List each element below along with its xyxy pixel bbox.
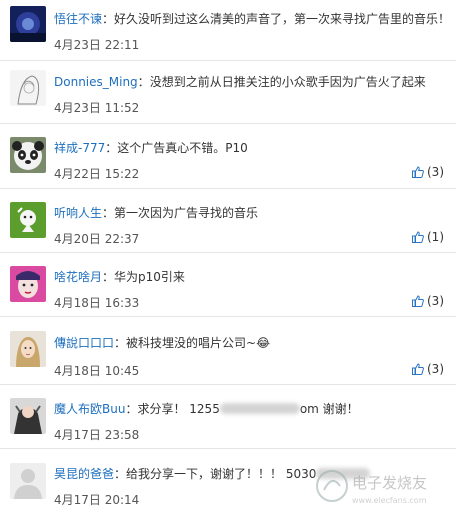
comment-text: 华为p10引来 (114, 270, 185, 284)
comment-item: 傳說口口口：被科技埋没的唱片公司~😂 4月18日 10:45 (3) (0, 317, 456, 385)
comment-username[interactable]: 魔人布欧Buu (54, 402, 125, 416)
comment-time: 4月17日 20:14 (54, 493, 140, 507)
comment-time: 4月20日 22:37 (54, 232, 140, 246)
comment-text: 被科技埋没的唱片公司~😂 (126, 336, 271, 350)
user-avatar[interactable] (10, 331, 46, 367)
user-avatar[interactable] (10, 70, 46, 106)
comment-item: 啥花啥月：华为p10引来 4月18日 16:33 (3) (0, 253, 456, 317)
comment-username[interactable]: 啥花啥月 (54, 270, 102, 284)
like-count: (3) (427, 165, 444, 179)
watermark-url: www.elecfans.com (352, 496, 427, 505)
like-count: (1) (427, 230, 444, 244)
comment-text: 求分享！ 1255 (137, 402, 220, 416)
comment-time: 4月23日 22:11 (54, 38, 140, 52)
thumbs-up-icon (412, 166, 424, 181)
thumbs-up-icon (412, 363, 424, 378)
comment-text: 这个广告真心不错。P10 (117, 141, 248, 155)
like-button[interactable]: (3) (412, 294, 444, 310)
comment-item: Donnies_Ming：没想到之前从日推关注的小众歌手因为广告火了起来 4月2… (0, 61, 456, 124)
comment-text: 给我分享一下，谢谢了！！！ 5030 (126, 467, 317, 481)
user-avatar[interactable] (10, 463, 46, 499)
comment-text: 第一次因为广告寻找的音乐 (114, 206, 259, 220)
comment-time: 4月23日 11:52 (54, 101, 140, 115)
comment-item: 祥成-777：这个广告真心不错。P10 4月22日 15:22 (3) (0, 124, 456, 189)
user-avatar[interactable] (10, 137, 46, 173)
comment-item: 魔人布欧Buu：求分享！ 1255 om 谢谢！ 4月17日 23:58 (0, 385, 456, 449)
comment-username[interactable]: 听响人生 (54, 206, 102, 220)
comment-username[interactable]: 昊昆的爸爸 (54, 467, 114, 481)
user-avatar[interactable] (10, 398, 46, 434)
comment-text: 好久没听到过这么清美的声音了，第一次来寻找广告里的音乐！ (114, 12, 451, 26)
comment-time: 4月17日 23:58 (54, 428, 140, 442)
like-button[interactable]: (1) (412, 230, 444, 246)
comment-text: 没想到之前从日推关注的小众歌手因为广告火了起来 (149, 75, 426, 89)
user-avatar[interactable] (10, 202, 46, 238)
redacted-contact (219, 403, 300, 414)
comment-username[interactable]: Donnies_Ming (54, 75, 138, 89)
thumbs-up-icon (412, 295, 424, 310)
watermark: 电子发烧友 www.elecfans.com (312, 464, 442, 510)
comment-username[interactable]: 祥成-777 (54, 141, 105, 155)
comment-time: 4月22日 15:22 (54, 167, 140, 181)
like-count: (3) (427, 362, 444, 376)
comment-item: 悟往不谏：好久没听到过这么清美的声音了，第一次来寻找广告里的音乐！ 4月23日 … (0, 0, 456, 61)
thumbs-up-icon (412, 231, 424, 246)
watermark-title: 电子发烧友 (352, 474, 427, 492)
comment-username[interactable]: 傳說口口口 (54, 336, 114, 350)
comment-time: 4月18日 10:45 (54, 364, 140, 378)
comment-time: 4月18日 16:33 (54, 296, 140, 310)
like-button[interactable]: (3) (412, 362, 444, 378)
user-avatar[interactable] (10, 6, 46, 42)
user-avatar[interactable] (10, 266, 46, 302)
like-count: (3) (427, 294, 444, 308)
comment-item: 听响人生：第一次因为广告寻找的音乐 4月20日 22:37 (1) (0, 189, 456, 253)
comment-username[interactable]: 悟往不谏 (54, 12, 102, 26)
like-button[interactable]: (3) (412, 165, 444, 181)
